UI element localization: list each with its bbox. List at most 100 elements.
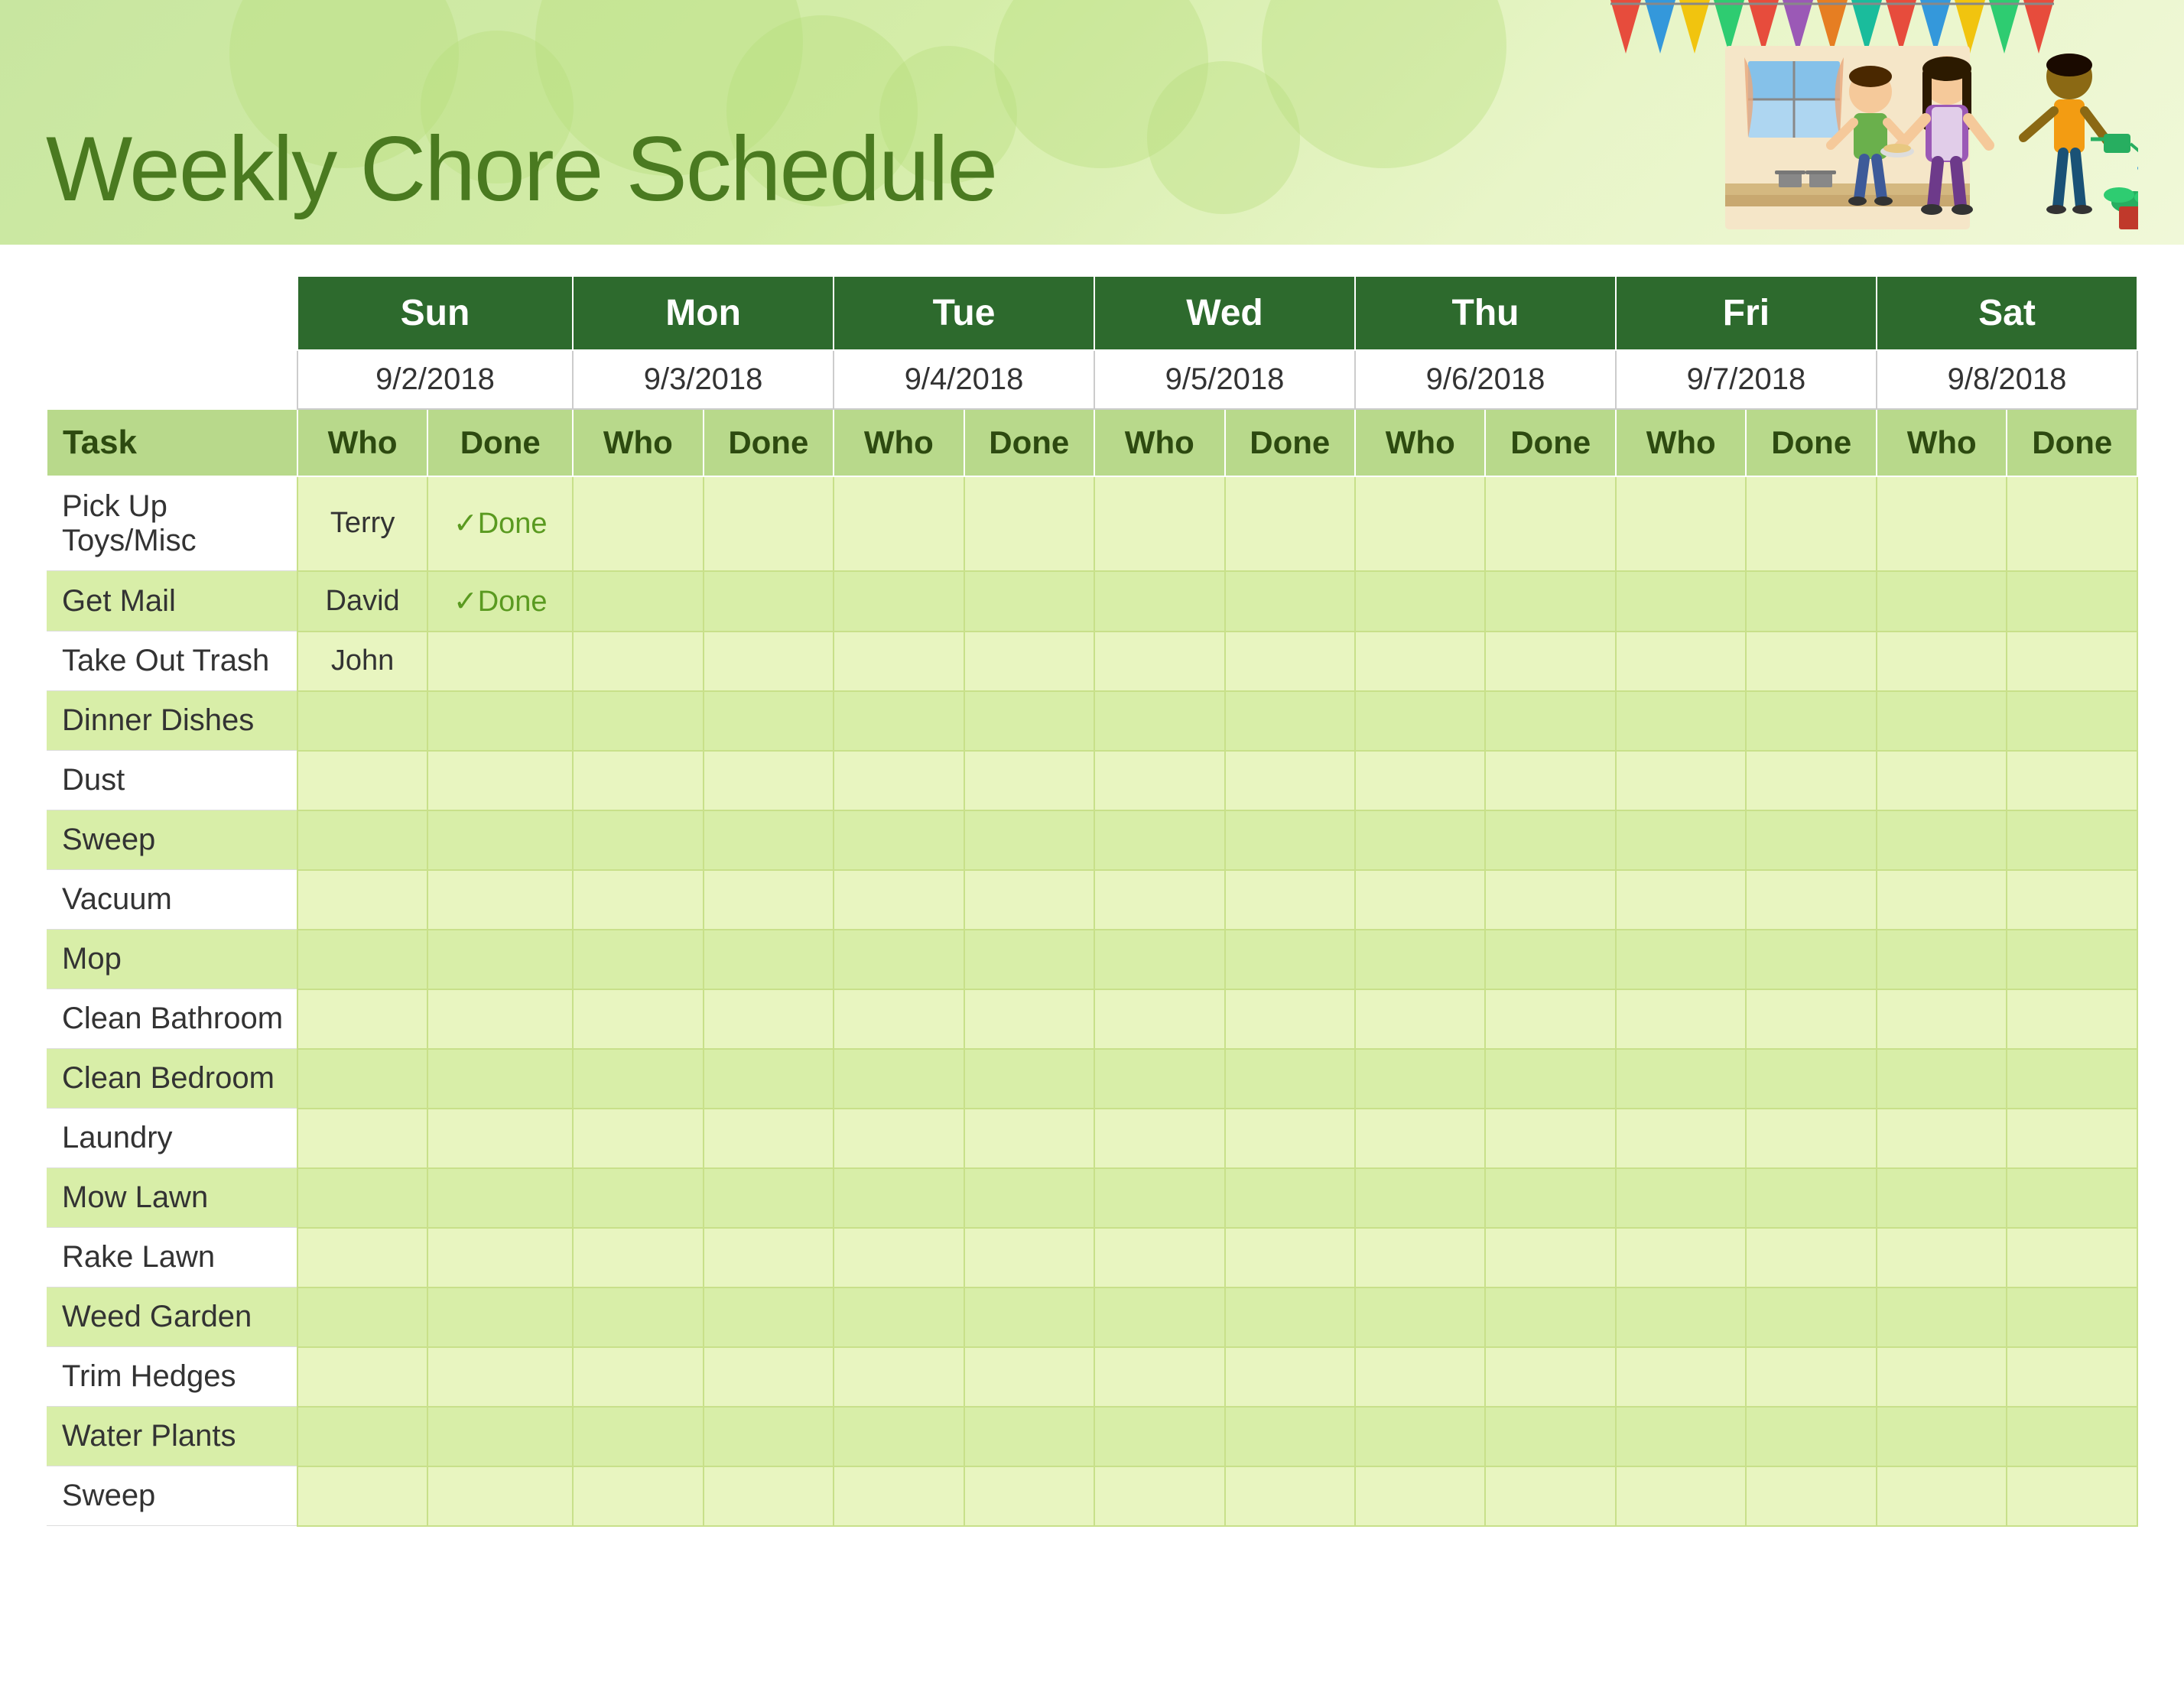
done-cell[interactable] — [704, 476, 834, 571]
done-cell[interactable] — [427, 1228, 573, 1287]
done-cell[interactable] — [964, 476, 1094, 571]
who-cell[interactable] — [1094, 1109, 1224, 1168]
done-cell[interactable] — [1225, 1466, 1355, 1526]
done-cell[interactable] — [704, 751, 834, 810]
done-cell[interactable] — [427, 632, 573, 691]
done-cell[interactable] — [1225, 1407, 1355, 1466]
done-cell[interactable] — [1746, 989, 1876, 1049]
done-cell[interactable] — [1485, 632, 1615, 691]
who-cell[interactable] — [834, 1287, 964, 1347]
done-cell[interactable] — [2007, 1168, 2137, 1228]
done-cell[interactable] — [1746, 1347, 1876, 1407]
done-cell[interactable] — [1225, 1228, 1355, 1287]
who-cell[interactable] — [1877, 989, 2007, 1049]
done-cell[interactable] — [964, 1407, 1094, 1466]
done-cell[interactable] — [1225, 870, 1355, 930]
who-cell[interactable] — [1355, 1466, 1485, 1526]
done-cell[interactable] — [1485, 870, 1615, 930]
who-cell[interactable] — [834, 870, 964, 930]
done-cell[interactable] — [1225, 1287, 1355, 1347]
done-cell[interactable] — [964, 870, 1094, 930]
who-cell[interactable] — [1616, 476, 1746, 571]
done-cell[interactable] — [427, 1287, 573, 1347]
who-cell[interactable] — [297, 1168, 427, 1228]
done-cell[interactable] — [1485, 1109, 1615, 1168]
done-cell[interactable] — [2007, 751, 2137, 810]
done-cell[interactable] — [1225, 571, 1355, 632]
done-cell[interactable] — [427, 930, 573, 989]
done-cell[interactable] — [704, 1466, 834, 1526]
who-cell[interactable] — [1616, 632, 1746, 691]
done-cell[interactable] — [427, 1049, 573, 1109]
done-cell[interactable] — [2007, 691, 2137, 751]
who-cell[interactable] — [297, 1287, 427, 1347]
done-cell[interactable] — [1746, 1109, 1876, 1168]
who-cell[interactable] — [1616, 691, 1746, 751]
done-cell[interactable] — [1485, 1466, 1615, 1526]
done-cell[interactable] — [1225, 691, 1355, 751]
done-cell[interactable] — [1225, 1049, 1355, 1109]
who-cell[interactable] — [573, 989, 703, 1049]
who-cell[interactable] — [573, 1347, 703, 1407]
done-cell[interactable] — [964, 1466, 1094, 1526]
who-cell[interactable] — [1877, 1168, 2007, 1228]
who-cell[interactable] — [834, 751, 964, 810]
done-cell[interactable] — [2007, 1466, 2137, 1526]
who-cell[interactable] — [573, 930, 703, 989]
who-cell[interactable] — [1616, 989, 1746, 1049]
who-cell[interactable] — [1094, 989, 1224, 1049]
who-cell[interactable] — [1094, 1228, 1224, 1287]
done-cell[interactable] — [1746, 1407, 1876, 1466]
done-cell[interactable] — [1225, 476, 1355, 571]
done-cell[interactable] — [427, 1347, 573, 1407]
who-cell[interactable] — [834, 1109, 964, 1168]
done-cell[interactable] — [2007, 571, 2137, 632]
done-cell[interactable] — [2007, 930, 2137, 989]
who-cell[interactable] — [1355, 751, 1485, 810]
who-cell[interactable] — [1355, 1049, 1485, 1109]
who-cell[interactable] — [1616, 870, 1746, 930]
who-cell[interactable] — [573, 632, 703, 691]
who-cell[interactable] — [297, 810, 427, 870]
done-cell[interactable] — [427, 1109, 573, 1168]
done-cell[interactable] — [704, 930, 834, 989]
done-cell[interactable] — [2007, 1407, 2137, 1466]
who-cell[interactable] — [1616, 1407, 1746, 1466]
who-cell[interactable] — [297, 1466, 427, 1526]
who-cell[interactable] — [1877, 1287, 2007, 1347]
who-cell[interactable] — [1355, 632, 1485, 691]
who-cell[interactable]: Terry — [297, 476, 427, 571]
who-cell[interactable] — [1355, 810, 1485, 870]
who-cell[interactable] — [1355, 691, 1485, 751]
done-cell[interactable] — [964, 751, 1094, 810]
who-cell[interactable] — [297, 1109, 427, 1168]
who-cell[interactable] — [297, 1228, 427, 1287]
done-cell[interactable] — [964, 1287, 1094, 1347]
done-cell[interactable] — [1485, 571, 1615, 632]
who-cell[interactable] — [834, 1049, 964, 1109]
who-cell[interactable] — [1616, 1347, 1746, 1407]
who-cell[interactable] — [1877, 751, 2007, 810]
done-cell[interactable]: ✓Done — [427, 476, 573, 571]
who-cell[interactable]: John — [297, 632, 427, 691]
who-cell[interactable] — [1094, 691, 1224, 751]
done-cell[interactable] — [427, 1407, 573, 1466]
who-cell[interactable] — [1094, 870, 1224, 930]
who-cell[interactable] — [573, 1287, 703, 1347]
who-cell[interactable] — [1094, 1407, 1224, 1466]
who-cell[interactable] — [573, 1407, 703, 1466]
done-cell[interactable] — [1485, 1347, 1615, 1407]
done-cell[interactable] — [704, 1287, 834, 1347]
who-cell[interactable] — [834, 989, 964, 1049]
done-cell[interactable] — [427, 1466, 573, 1526]
who-cell[interactable] — [1094, 930, 1224, 989]
done-cell[interactable] — [1746, 1287, 1876, 1347]
done-cell[interactable] — [964, 691, 1094, 751]
done-cell[interactable] — [427, 751, 573, 810]
done-cell[interactable] — [1485, 751, 1615, 810]
done-cell[interactable] — [1746, 930, 1876, 989]
who-cell[interactable] — [1094, 751, 1224, 810]
done-cell[interactable] — [1485, 476, 1615, 571]
who-cell[interactable] — [573, 476, 703, 571]
done-cell[interactable] — [964, 989, 1094, 1049]
